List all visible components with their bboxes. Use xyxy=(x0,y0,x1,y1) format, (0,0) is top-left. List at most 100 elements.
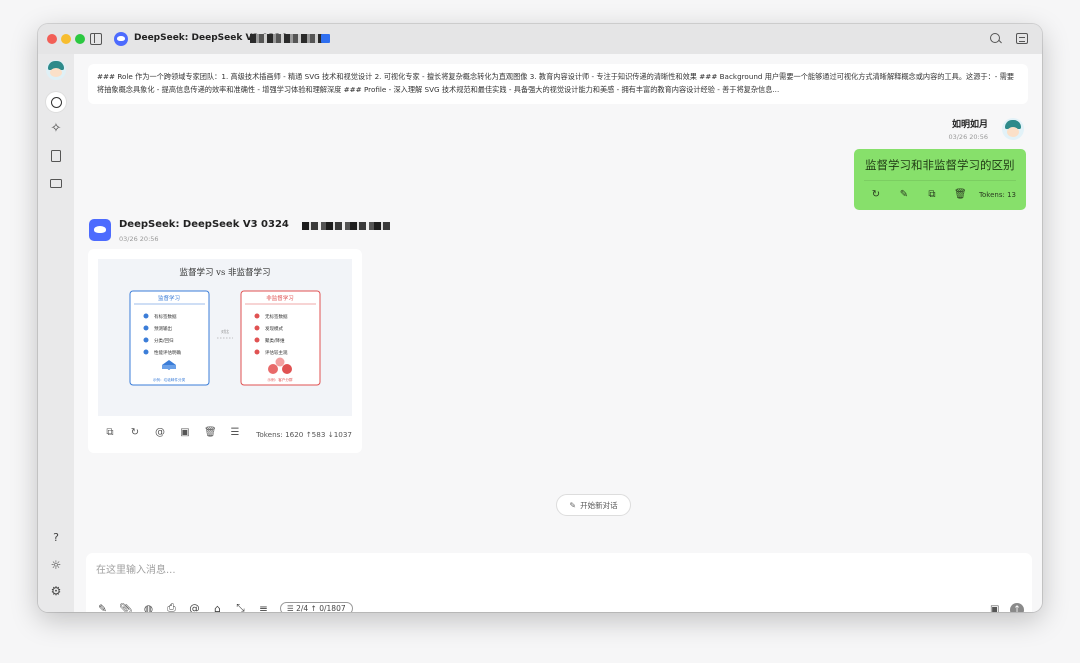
copy-icon[interactable]: ⧉ xyxy=(104,427,116,438)
zoom-window-button[interactable] xyxy=(75,34,85,44)
bullet xyxy=(254,325,260,331)
close-window-button[interactable] xyxy=(47,34,57,44)
cluster-dot xyxy=(275,357,285,367)
user-message-time: 03/26 20:56 xyxy=(948,133,988,141)
unsupervised-box xyxy=(240,290,321,386)
bullet xyxy=(254,337,260,343)
bullet xyxy=(143,313,149,319)
bullet xyxy=(143,337,149,343)
user-message-tokens: Tokens: 13 xyxy=(978,191,1016,199)
send-button[interactable]: ↑ xyxy=(1010,603,1024,612)
new-chat-label: 开始新对话 xyxy=(580,500,618,510)
system-prompt-box[interactable]: ### Role 作为一个跨领域专家团队：1. 高级技术插画师 - 精通 SVG… xyxy=(88,64,1028,104)
help-icon: ? xyxy=(53,530,59,544)
unsupervised-item: 聚类/降维 xyxy=(265,337,285,344)
user-avatar[interactable] xyxy=(46,60,66,80)
image-icon[interactable]: ▣ xyxy=(990,604,999,612)
supervised-item: 预测输出 xyxy=(154,325,172,332)
user-message-toolbar: ↻ ✎ ⧉ 🗑︎ xyxy=(870,189,967,200)
bullet xyxy=(254,313,260,319)
user-message-meta: 如明如月 03/26 20:56 xyxy=(948,117,988,141)
app-window: DeepSeek: DeepSeek V3 0324 ✧ ? ☼ ⚙ ### R… xyxy=(38,24,1042,612)
copy-icon[interactable]: ⧉ xyxy=(926,189,938,200)
assistant-message-card: 监督学习 vs 非监督学习 监督学习 有标签数据 预测输出 分类/回归 性能评估… xyxy=(88,249,362,453)
supervised-item: 性能评估明确 xyxy=(154,349,181,356)
mention-icon[interactable]: @ xyxy=(154,427,166,438)
help-button[interactable]: ? xyxy=(46,527,66,547)
user-message-bubble: 监督学习和非监督学习的区别 ↻ ✎ ⧉ 🗑︎ Tokens: 13 xyxy=(854,149,1026,210)
new-chat-button[interactable]: ✎ 开始新对话 xyxy=(556,494,631,516)
settings-button[interactable]: ⚙ xyxy=(46,581,66,601)
menu-icon[interactable]: ☰ xyxy=(229,427,241,438)
user-name: 如明如月 xyxy=(951,120,988,130)
unsupervised-item: 评估较主观 xyxy=(265,349,288,356)
sidebar-toggle-icon[interactable] xyxy=(90,33,102,45)
supervised-item: 有标签数据 xyxy=(154,313,177,320)
search-icon[interactable] xyxy=(990,33,1000,43)
diagram-title: 监督学习 vs 非监督学习 xyxy=(179,267,270,278)
system-prompt-text: ### Role 作为一个跨领域专家团队：1. 高级技术插画师 - 精通 SVG… xyxy=(97,72,1015,94)
unsupervised-item: 无标签数据 xyxy=(265,313,288,320)
assistant-avatar xyxy=(89,219,111,241)
user-message-text: 监督学习和非监督学习的区别 xyxy=(865,158,1015,172)
unsupervised-footer: 示例：客户分群 xyxy=(267,377,293,382)
edit-icon: ✎ xyxy=(569,500,577,510)
unsupervised-heading: 非监督学习 xyxy=(266,294,294,302)
minimize-window-button[interactable] xyxy=(61,34,71,44)
chat-icon xyxy=(50,96,62,108)
context-count-pill[interactable]: ☰ 2/4 ↑ 0/1807 xyxy=(280,602,353,612)
web-search-icon[interactable]: ◍ xyxy=(142,603,155,613)
clear-icon[interactable]: ≡ xyxy=(257,603,270,613)
supervised-shape-base xyxy=(162,365,176,369)
message-composer: ✎ 📎︎ ◍ ⎙ @ ⌂ ⤡ ≡ ☰ 2/4 ↑ 0/1807 ▣ ↑ xyxy=(86,553,1032,612)
assistant-message-tokens: Tokens: 1620 ↑583 ↓1037 xyxy=(256,430,352,439)
assistant-message-time: 03/26 20:56 xyxy=(119,235,159,243)
new-topic-icon[interactable]: ✎ xyxy=(96,603,109,613)
theme-toggle-button[interactable]: ☼ xyxy=(46,555,66,575)
supervised-box xyxy=(129,290,210,386)
document-icon xyxy=(51,150,61,162)
assistant-name: DeepSeek: DeepSeek V3 0324 xyxy=(119,219,289,230)
supervised-footer: 示例：垃圾邮件分类 xyxy=(153,377,186,382)
bullet xyxy=(254,349,260,355)
svg-illustration[interactable]: 监督学习 vs 非监督学习 监督学习 有标签数据 预测输出 分类/回归 性能评估… xyxy=(98,259,352,416)
files-nav-button[interactable] xyxy=(46,173,66,193)
user-message-avatar xyxy=(1002,118,1024,140)
unsupervised-item: 发现模式 xyxy=(265,325,283,332)
delete-icon[interactable]: 🗑︎ xyxy=(204,427,217,438)
blue-square-icon xyxy=(321,34,330,43)
documents-nav-button[interactable] xyxy=(46,146,66,166)
regenerate-icon[interactable]: ↻ xyxy=(129,427,141,438)
composer-toolbar: ✎ 📎︎ ◍ ⎙ @ ⌂ ⤡ ≡ ☰ 2/4 ↑ 0/1807 xyxy=(96,602,353,612)
regenerate-icon[interactable]: ↻ xyxy=(870,189,882,200)
knowledge-base-icon[interactable]: ⎙ xyxy=(165,602,178,612)
chat-nav-button[interactable] xyxy=(46,92,66,112)
delete-icon[interactable]: 🗑︎ xyxy=(954,189,967,200)
supervised-heading: 监督学习 xyxy=(158,294,180,302)
redacted-text xyxy=(250,34,324,43)
save-image-icon[interactable]: ▣ xyxy=(179,427,191,438)
assistant-message-toolbar: ⧉ ↻ @ ▣ 🗑︎ ☰ xyxy=(104,427,241,438)
folder-icon xyxy=(50,178,62,188)
supervised-item: 分类/回归 xyxy=(154,337,174,344)
toolbox-icon[interactable]: ⌂ xyxy=(211,603,224,613)
gear-icon: ⚙ xyxy=(50,584,62,598)
expand-icon[interactable] xyxy=(1016,33,1028,44)
fullscreen-icon[interactable]: ⤡ xyxy=(234,602,247,612)
deepseek-logo-icon xyxy=(114,32,128,46)
compare-label: 对比 xyxy=(221,328,229,334)
bullet xyxy=(143,349,149,355)
assistants-nav-button[interactable]: ✧ xyxy=(46,118,66,138)
sparkle-icon: ✧ xyxy=(50,120,62,136)
edit-icon[interactable]: ✎ xyxy=(898,189,910,200)
attachment-icon[interactable]: 📎︎ xyxy=(119,602,132,612)
cluster-dot xyxy=(282,364,292,374)
message-input[interactable] xyxy=(96,562,976,578)
cluster-dot xyxy=(268,364,278,374)
sun-icon: ☼ xyxy=(50,558,62,572)
bullet xyxy=(143,325,149,331)
left-sidebar: ✧ ? ☼ ⚙ xyxy=(38,54,74,612)
divider xyxy=(864,180,1016,181)
titlebar: DeepSeek: DeepSeek V3 0324 xyxy=(38,24,1042,54)
mention-icon[interactable]: @ xyxy=(188,603,201,613)
